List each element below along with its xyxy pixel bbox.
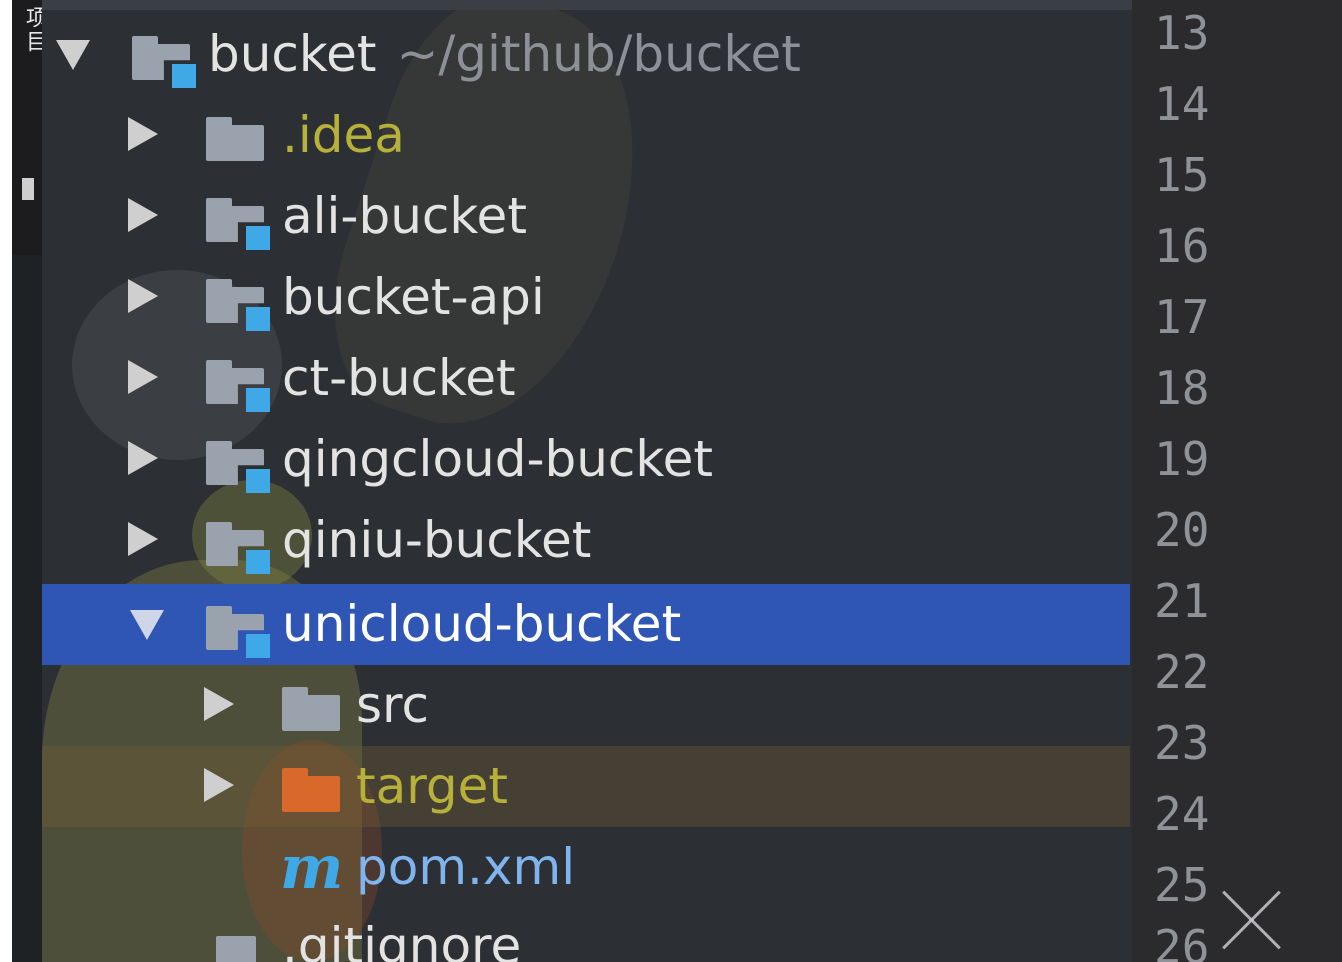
tool-window-strip: 项目: [12, 0, 47, 255]
line-number: 18: [1154, 361, 1210, 415]
collapse-arrow-icon[interactable]: [130, 610, 164, 640]
module-folder-icon: [206, 441, 270, 493]
expand-arrow-icon[interactable]: [128, 360, 158, 394]
line-number: 15: [1154, 148, 1210, 202]
module-folder-icon: [132, 36, 196, 88]
module-folder-icon: [206, 279, 270, 331]
window-edge: [0, 0, 12, 962]
tree-item-label: .gitignore: [282, 917, 522, 962]
expand-arrow-icon[interactable]: [128, 522, 158, 556]
module-folder-icon: [206, 360, 270, 412]
tree-item-label: qiniu-bucket: [282, 511, 592, 569]
module-folder-icon: [206, 606, 270, 658]
line-number: 20: [1154, 503, 1210, 557]
tree-item-bucket-api[interactable]: bucket-api: [42, 257, 1130, 338]
tool-tab-marker: [22, 178, 34, 200]
tree-item-label: target: [356, 757, 509, 815]
tree-item-gitignore[interactable]: .gitignore: [42, 908, 1130, 962]
tree-item-unicloud-bucket[interactable]: unicloud-bucket: [42, 584, 1130, 665]
tree-item-ali-bucket[interactable]: ali-bucket: [42, 176, 1130, 257]
line-number: 23: [1154, 716, 1210, 770]
line-number: 24: [1154, 787, 1210, 841]
expand-arrow-icon[interactable]: [204, 687, 234, 721]
line-number: 17: [1154, 290, 1210, 344]
root-path: ~/github/bucket: [396, 25, 801, 83]
maven-icon: m: [280, 833, 344, 903]
tree-item-label: pom.xml: [356, 838, 576, 896]
tree-root-row[interactable]: bucket ~/github/bucket: [42, 14, 1130, 95]
tree-item-qiniu-bucket[interactable]: qiniu-bucket: [42, 500, 1130, 581]
tree-item-label: ct-bucket: [282, 349, 516, 407]
line-number: 25: [1154, 858, 1210, 912]
tree-item-qingcloud-bucket[interactable]: qingcloud-bucket: [42, 419, 1130, 500]
tree-item-label: unicloud-bucket: [282, 595, 682, 653]
line-number: 26: [1154, 920, 1210, 962]
expand-arrow-icon[interactable]: [128, 198, 158, 232]
tree-item-label: src: [356, 676, 429, 734]
ignore-file-icon: [216, 936, 256, 962]
editor-gutter: 13 14 15 16 17 18 19 20 21 22 23 24 25 2…: [1132, 0, 1342, 962]
expand-arrow-icon[interactable]: [204, 768, 234, 802]
excluded-folder-icon: [282, 768, 340, 812]
tree-item-label: qingcloud-bucket: [282, 430, 713, 488]
tree-item-src[interactable]: src: [42, 665, 1130, 746]
folder-icon: [206, 117, 264, 161]
sparkle-decoration: [1212, 880, 1292, 960]
tree-item-target[interactable]: target: [42, 746, 1130, 827]
line-number: 22: [1154, 645, 1210, 699]
tree-item-label: bucket-api: [282, 268, 545, 326]
line-number: 14: [1154, 77, 1210, 131]
line-number: 21: [1154, 574, 1210, 628]
tree-item-label: ali-bucket: [282, 187, 527, 245]
project-panel: bucket~/github/bucket .idea ali-bucket: [42, 0, 1132, 962]
ide-window: 项目 bucket ~/github/bucket .idea ali-buck…: [0, 0, 1342, 962]
folder-icon: [282, 687, 340, 731]
panel-header-edge: [42, 0, 1132, 10]
tree-item-pom-xml[interactable]: m pom.xml: [42, 827, 1130, 908]
expand-arrow-icon[interactable]: [128, 279, 158, 313]
tree-item-idea[interactable]: .idea: [42, 95, 1130, 176]
expand-arrow-icon[interactable]: [128, 117, 158, 151]
collapse-arrow-icon[interactable]: [56, 40, 90, 70]
line-number: 13: [1154, 6, 1210, 60]
expand-arrow-icon[interactable]: [128, 441, 158, 475]
line-number: 16: [1154, 219, 1210, 273]
tree-item-ct-bucket[interactable]: ct-bucket: [42, 338, 1130, 419]
module-folder-icon: [206, 198, 270, 250]
tree-item-label: .idea: [282, 106, 405, 164]
line-number: 19: [1154, 432, 1210, 486]
module-folder-icon: [206, 522, 270, 574]
tree-root-label: bucket ~/github/bucket: [208, 25, 801, 83]
